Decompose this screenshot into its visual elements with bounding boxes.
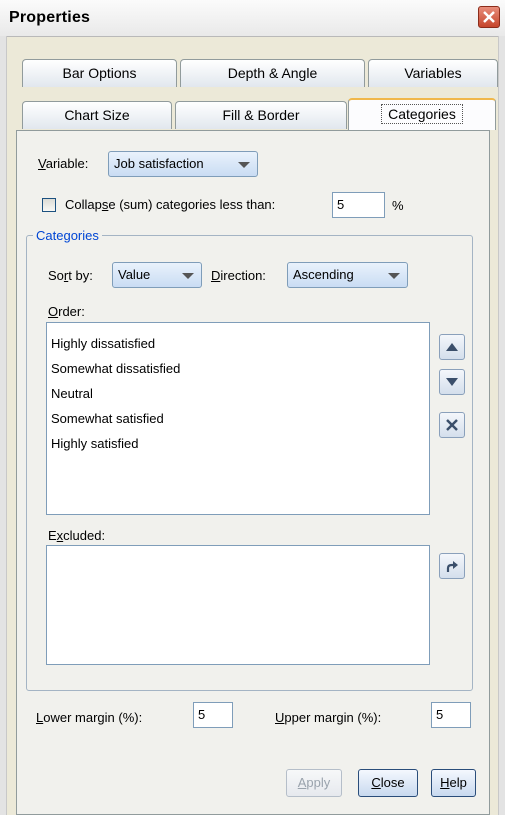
chevron-down-icon xyxy=(182,273,194,279)
list-item[interactable]: Highly satisfied xyxy=(47,431,429,456)
lower-margin-label: Lower margin (%): xyxy=(36,710,143,725)
exclude-button[interactable] xyxy=(439,412,465,438)
variable-label: Variable: xyxy=(38,156,89,171)
list-item[interactable]: Somewhat dissatisfied xyxy=(47,356,429,381)
move-down-button[interactable] xyxy=(439,369,465,395)
order-listbox[interactable]: Highly dissatisfied Somewhat dissatisfie… xyxy=(46,322,430,515)
window-frame-left xyxy=(0,36,7,815)
tab-variables[interactable]: Variables xyxy=(368,59,498,87)
close-window-button[interactable] xyxy=(478,6,500,28)
help-button[interactable]: Help xyxy=(431,769,476,797)
collapse-label: Collapse (sum) categories less than: xyxy=(65,197,276,212)
chevron-down-icon xyxy=(388,273,400,279)
tab-bar-options[interactable]: Bar Options xyxy=(22,59,177,87)
upper-margin-label: Upper margin (%): xyxy=(275,710,382,725)
apply-button[interactable]: Apply xyxy=(286,769,342,797)
move-down-icon xyxy=(446,378,458,386)
tab-depth-angle[interactable]: Depth & Angle xyxy=(180,59,365,87)
move-up-icon xyxy=(446,343,458,351)
categories-group-title: Categories xyxy=(33,228,102,243)
variable-dropdown[interactable]: Job satisfaction xyxy=(108,151,258,177)
title-bar: Properties xyxy=(0,0,505,37)
excluded-label: Excluded: xyxy=(48,528,106,543)
collapse-threshold-input[interactable]: 5 xyxy=(332,192,385,218)
lower-margin-input[interactable]: 5 xyxy=(193,702,233,728)
tab-chart-size[interactable]: Chart Size xyxy=(22,101,172,129)
upper-margin-input[interactable]: 5 xyxy=(431,702,471,728)
list-item[interactable]: Highly dissatisfied xyxy=(47,331,429,356)
close-icon xyxy=(483,11,495,23)
collapse-unit: % xyxy=(392,198,404,213)
window-title: Properties xyxy=(9,9,91,26)
close-button[interactable]: Close xyxy=(358,769,418,797)
direction-dropdown[interactable]: Ascending xyxy=(287,262,408,288)
move-up-button[interactable] xyxy=(439,334,465,360)
direction-label: Direction: xyxy=(211,268,266,283)
excluded-listbox[interactable] xyxy=(46,545,430,665)
list-item[interactable]: Somewhat satisfied xyxy=(47,406,429,431)
restore-icon xyxy=(446,561,458,572)
chevron-down-icon xyxy=(238,162,250,168)
order-label: Order: xyxy=(48,304,85,319)
exclude-icon xyxy=(446,419,458,431)
tab-fill-border[interactable]: Fill & Border xyxy=(175,101,347,129)
collapse-checkbox[interactable] xyxy=(42,198,56,212)
window-frame-right xyxy=(498,36,505,815)
sort-by-dropdown[interactable]: Value xyxy=(112,262,202,288)
tab-categories[interactable]: Categories xyxy=(348,98,496,130)
restore-button[interactable] xyxy=(439,553,465,579)
sort-by-label: Sort by: xyxy=(48,268,93,283)
list-item[interactable]: Neutral xyxy=(47,381,429,406)
